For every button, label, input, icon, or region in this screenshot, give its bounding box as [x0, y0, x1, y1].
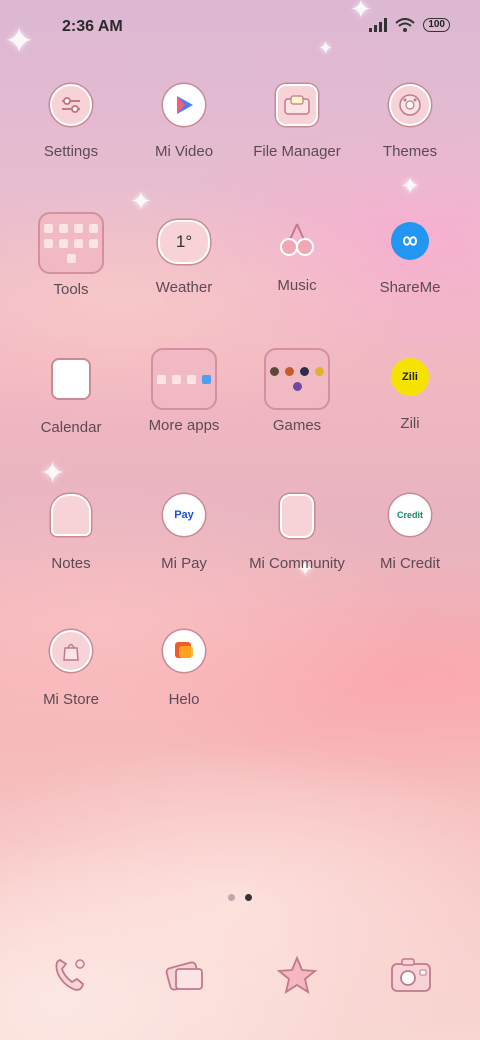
app-label: Mi Credit [379, 555, 440, 572]
app-label: Mi Video [154, 143, 214, 160]
cherry-icon [277, 222, 317, 258]
page-dot-active[interactable] [245, 894, 252, 901]
helo-icon [163, 630, 205, 672]
app-notes[interactable]: Notes [16, 494, 126, 572]
app-music[interactable]: Music [242, 222, 352, 294]
app-settings[interactable]: Settings [16, 84, 126, 160]
bag-icon [50, 630, 92, 672]
app-label: Music [277, 277, 317, 294]
play-icon [163, 84, 205, 126]
app-label: Zili [400, 415, 420, 432]
cloud-icon: 1° [158, 220, 210, 264]
calendar-icon [51, 358, 91, 400]
app-label: Helo [168, 691, 200, 708]
folder-icon [276, 84, 318, 126]
status-bar: 2:36 AM 100 [0, 0, 480, 56]
palette-icon [389, 84, 431, 126]
folder-icon [38, 212, 104, 274]
app-label: Mi Pay [161, 555, 207, 572]
mi-credit-icon: Credit [389, 494, 431, 536]
folder-icon [264, 348, 330, 410]
chat-icon [280, 494, 314, 538]
app-label: Settings [43, 143, 99, 160]
mi-pay-logo-text: Pay [174, 509, 194, 521]
dock-messages[interactable] [159, 955, 209, 995]
dock-camera[interactable] [386, 955, 436, 995]
app-mi-store[interactable]: Mi Store [16, 630, 126, 708]
status-icons: 100 [369, 18, 450, 32]
dock-phone[interactable] [46, 955, 96, 995]
folder-games[interactable]: Games [242, 348, 352, 434]
app-calendar[interactable]: Calendar [16, 358, 126, 436]
app-file-manager[interactable]: File Manager [242, 84, 352, 160]
sparkle-decoration: ✦ [130, 186, 152, 216]
zili-icon: Zili [391, 358, 429, 396]
app-label: ShareMe [379, 279, 441, 296]
app-themes[interactable]: Themes [355, 84, 465, 160]
app-label: Mi Store [43, 691, 99, 708]
zili-logo-text: Zili [402, 371, 418, 383]
app-label: Themes [382, 143, 438, 160]
folder-icon [151, 348, 217, 410]
mi-credit-logo-text: Credit [396, 510, 423, 520]
app-mi-video[interactable]: Mi Video [129, 84, 239, 160]
app-zili[interactable]: Zili Zili [355, 358, 465, 432]
app-label: File Manager [253, 143, 341, 160]
mi-pay-icon: Pay [163, 494, 205, 536]
app-label: Weather [155, 279, 213, 296]
camera-icon [391, 958, 431, 992]
sparkle-decoration: ✦ [40, 457, 66, 490]
weather-temperature: 1° [175, 232, 193, 251]
star-icon [276, 955, 318, 994]
app-label: Tools [53, 281, 89, 298]
app-mi-pay[interactable]: Pay Mi Pay [129, 494, 239, 572]
app-label: Mi Community [249, 555, 345, 572]
dock-star[interactable] [272, 955, 322, 995]
app-weather[interactable]: 1° Weather [129, 220, 239, 296]
app-mi-credit[interactable]: Credit Mi Credit [355, 494, 465, 572]
app-label: Notes [51, 555, 91, 572]
signal-icon [369, 18, 388, 32]
infinity-icon [391, 222, 429, 260]
page-indicator[interactable] [0, 894, 480, 901]
messages-icon [165, 961, 203, 991]
app-label: More apps [148, 417, 220, 434]
app-label: Games [272, 417, 322, 434]
page-dot[interactable] [228, 894, 235, 901]
ghost-icon [51, 494, 91, 536]
app-label: Calendar [40, 419, 102, 436]
folder-tools[interactable]: Tools [16, 212, 126, 298]
sparkle-decoration: ✦ [400, 173, 421, 200]
folder-more-apps[interactable]: More apps [129, 348, 239, 434]
settings-icon [50, 84, 92, 126]
status-time: 2:36 AM [62, 18, 123, 35]
wifi-icon [395, 18, 415, 32]
battery-indicator: 100 [423, 18, 450, 32]
app-helo[interactable]: Helo [129, 630, 239, 708]
app-shareme[interactable]: ShareMe [355, 222, 465, 296]
app-mi-community[interactable]: Mi Community [242, 494, 352, 572]
phone-icon [55, 959, 85, 991]
